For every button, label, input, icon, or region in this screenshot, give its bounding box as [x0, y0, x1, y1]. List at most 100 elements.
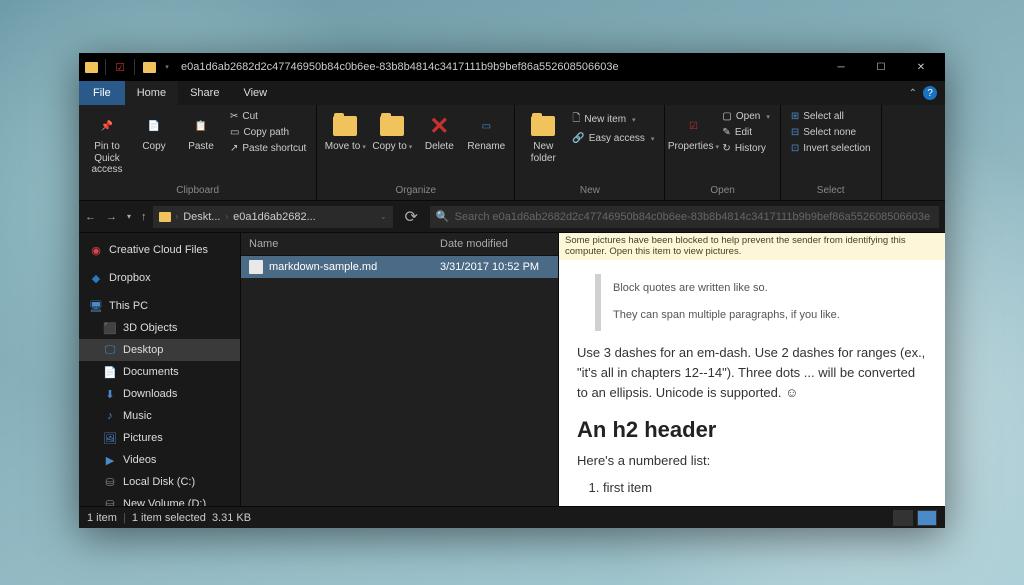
rename-button[interactable]: ▭Rename — [464, 109, 508, 153]
preview-paragraph: Here's a numbered list: — [577, 451, 927, 471]
history-button[interactable]: ↻History — [718, 141, 773, 156]
open-button[interactable]: ▢Open▾ — [718, 109, 773, 124]
search-icon: 🔍 — [436, 210, 450, 223]
sidebar-item-videos[interactable]: ▶Videos — [79, 449, 240, 471]
sidebar-item-downloads[interactable]: ⬇Downloads — [79, 383, 240, 405]
refresh-button[interactable]: ⟳ — [399, 207, 424, 227]
column-header-date[interactable]: Date modified — [440, 238, 550, 250]
paste-button[interactable]: 📋Paste — [179, 109, 223, 153]
close-button[interactable]: ✕ — [901, 53, 941, 81]
column-header-name[interactable]: Name — [249, 238, 440, 250]
properties-button[interactable]: ☑Properties▾ — [671, 109, 715, 153]
preview-paragraph: Use 3 dashes for an em-dash. Use 2 dashe… — [577, 343, 927, 403]
paste-icon: 📋 — [187, 113, 215, 139]
window-title: e0a1d6ab2682d2c47746950b84c0b6ee-83b8b48… — [181, 61, 821, 73]
sidebar-item-new-volume-d[interactable]: ⛁New Volume (D:) — [79, 493, 240, 506]
sidebar-item-documents[interactable]: 📄Documents — [79, 361, 240, 383]
invert-selection-button[interactable]: ⊡Invert selection — [787, 141, 875, 156]
file-date: 3/31/2017 10:52 PM — [440, 261, 550, 273]
breadcrumb-part[interactable]: e0a1d6ab2682... — [233, 211, 316, 223]
creative-cloud-icon: ◉ — [89, 243, 103, 257]
status-item-count: 1 item — [87, 512, 117, 524]
search-placeholder: Search e0a1d6ab2682d2c47746950b84c0b6ee-… — [455, 211, 931, 223]
sidebar-item-pictures[interactable]: 🖼Pictures — [79, 427, 240, 449]
sidebar-item-3d-objects[interactable]: ⬛3D Objects — [79, 317, 240, 339]
tab-view[interactable]: View — [231, 81, 279, 105]
pictures-icon: 🖼 — [103, 431, 117, 445]
forward-button[interactable]: → — [106, 211, 117, 223]
new-folder-icon — [529, 113, 557, 139]
help-icon[interactable]: ? — [923, 86, 937, 100]
drive-icon: ⛁ — [103, 497, 117, 506]
copy-path-button[interactable]: ▭Copy path — [226, 125, 310, 140]
desktop-icon: 🖵 — [103, 343, 117, 357]
sidebar-item-local-disk-c[interactable]: ⛁Local Disk (C:) — [79, 471, 240, 493]
explorer-window: ☑ ▾ e0a1d6ab2682d2c47746950b84c0b6ee-83b… — [79, 53, 945, 528]
sidebar-item-music[interactable]: ♪Music — [79, 405, 240, 427]
maximize-button[interactable]: ☐ — [861, 53, 901, 81]
up-button[interactable]: ↑ — [141, 211, 147, 223]
titlebar[interactable]: ☑ ▾ e0a1d6ab2682d2c47746950b84c0b6ee-83b… — [79, 53, 945, 81]
minimize-button[interactable]: ─ — [821, 53, 861, 81]
breadcrumb-part[interactable]: Deskt... — [183, 211, 220, 223]
edit-button[interactable]: ✎Edit — [718, 125, 773, 140]
address-bar: ← → ▾ ↑ › Deskt... › e0a1d6ab2682... ⌄ ⟳… — [79, 201, 945, 233]
move-to-button[interactable]: Move to▾ — [323, 109, 367, 153]
properties-icon[interactable]: ☑ — [112, 59, 128, 75]
tab-home[interactable]: Home — [125, 81, 178, 105]
music-icon: ♪ — [103, 409, 117, 423]
collapse-ribbon-icon[interactable]: ⌃ — [909, 88, 917, 99]
address-field[interactable]: › Deskt... › e0a1d6ab2682... ⌄ — [153, 206, 393, 228]
invert-icon: ⊡ — [791, 143, 799, 154]
sidebar-item-dropbox[interactable]: ◆Dropbox — [79, 267, 240, 289]
drive-icon: ⛁ — [103, 475, 117, 489]
preview-content[interactable]: Block quotes are written like so. They c… — [559, 260, 945, 506]
select-all-button[interactable]: ⊞Select all — [787, 109, 875, 124]
copy-to-button[interactable]: Copy to▾ — [370, 109, 414, 153]
delete-button[interactable]: ✕Delete — [417, 109, 461, 153]
ribbon-group-open: Open — [665, 183, 779, 198]
pin-button[interactable]: 📌Pin to Quick access — [85, 109, 129, 176]
paste-shortcut-button[interactable]: ↗Paste shortcut — [226, 141, 310, 156]
folder-icon[interactable] — [141, 59, 157, 75]
easy-access-icon: 🔗 — [572, 133, 584, 144]
preview-h2-header: An h2 header — [577, 417, 927, 443]
path-icon: ▭ — [230, 127, 239, 138]
tab-file[interactable]: File — [79, 81, 125, 105]
file-name: markdown-sample.md — [269, 261, 440, 273]
file-icon — [249, 260, 263, 274]
copy-icon: 📄 — [140, 113, 168, 139]
search-input[interactable]: 🔍 Search e0a1d6ab2682d2c47746950b84c0b6e… — [430, 206, 939, 228]
select-none-button[interactable]: ⊟Select none — [787, 125, 875, 140]
rename-icon: ▭ — [472, 113, 500, 139]
open-icon: ▢ — [722, 111, 731, 122]
qat-dropdown-icon[interactable]: ▾ — [159, 59, 175, 75]
thumbnails-view-button[interactable] — [917, 510, 937, 526]
copy-button[interactable]: 📄Copy — [132, 109, 176, 153]
sidebar-item-creative-cloud[interactable]: ◉Creative Cloud Files — [79, 239, 240, 261]
tab-share[interactable]: Share — [178, 81, 231, 105]
shortcut-icon: ↗ — [230, 143, 238, 154]
ribbon-tabs: File Home Share View ⌃ ? — [79, 81, 945, 105]
back-button[interactable]: ← — [85, 211, 96, 223]
edit-icon: ✎ — [722, 127, 730, 138]
cut-button[interactable]: ✂Cut — [226, 109, 310, 124]
ribbon-group-organize: Organize — [317, 183, 514, 198]
navigation-sidebar: ◉Creative Cloud Files ◆Dropbox 🖥This PC … — [79, 233, 241, 506]
ribbon-group-new: New — [515, 183, 664, 198]
sidebar-item-this-pc[interactable]: 🖥This PC — [79, 295, 240, 317]
folder-copy-icon — [378, 113, 406, 139]
new-folder-button[interactable]: New folder — [521, 109, 565, 164]
sidebar-item-desktop[interactable]: 🖵Desktop — [79, 339, 240, 361]
easy-access-button[interactable]: 🔗Easy access▾ — [568, 131, 658, 146]
ribbon-group-select: Select — [781, 183, 881, 198]
pc-icon: 🖥 — [89, 299, 103, 313]
details-view-button[interactable] — [893, 510, 913, 526]
preview-blockquote: Block quotes are written like so. They c… — [595, 274, 927, 331]
file-row[interactable]: markdown-sample.md 3/31/2017 10:52 PM — [241, 256, 558, 278]
recent-locations-button[interactable]: ▾ — [127, 212, 131, 221]
download-icon: ⬇ — [103, 387, 117, 401]
blocked-images-banner[interactable]: Some pictures have been blocked to help … — [559, 233, 945, 260]
new-item-button[interactable]: 🗋New item▾ — [568, 109, 658, 130]
file-list: Name Date modified markdown-sample.md 3/… — [241, 233, 559, 506]
